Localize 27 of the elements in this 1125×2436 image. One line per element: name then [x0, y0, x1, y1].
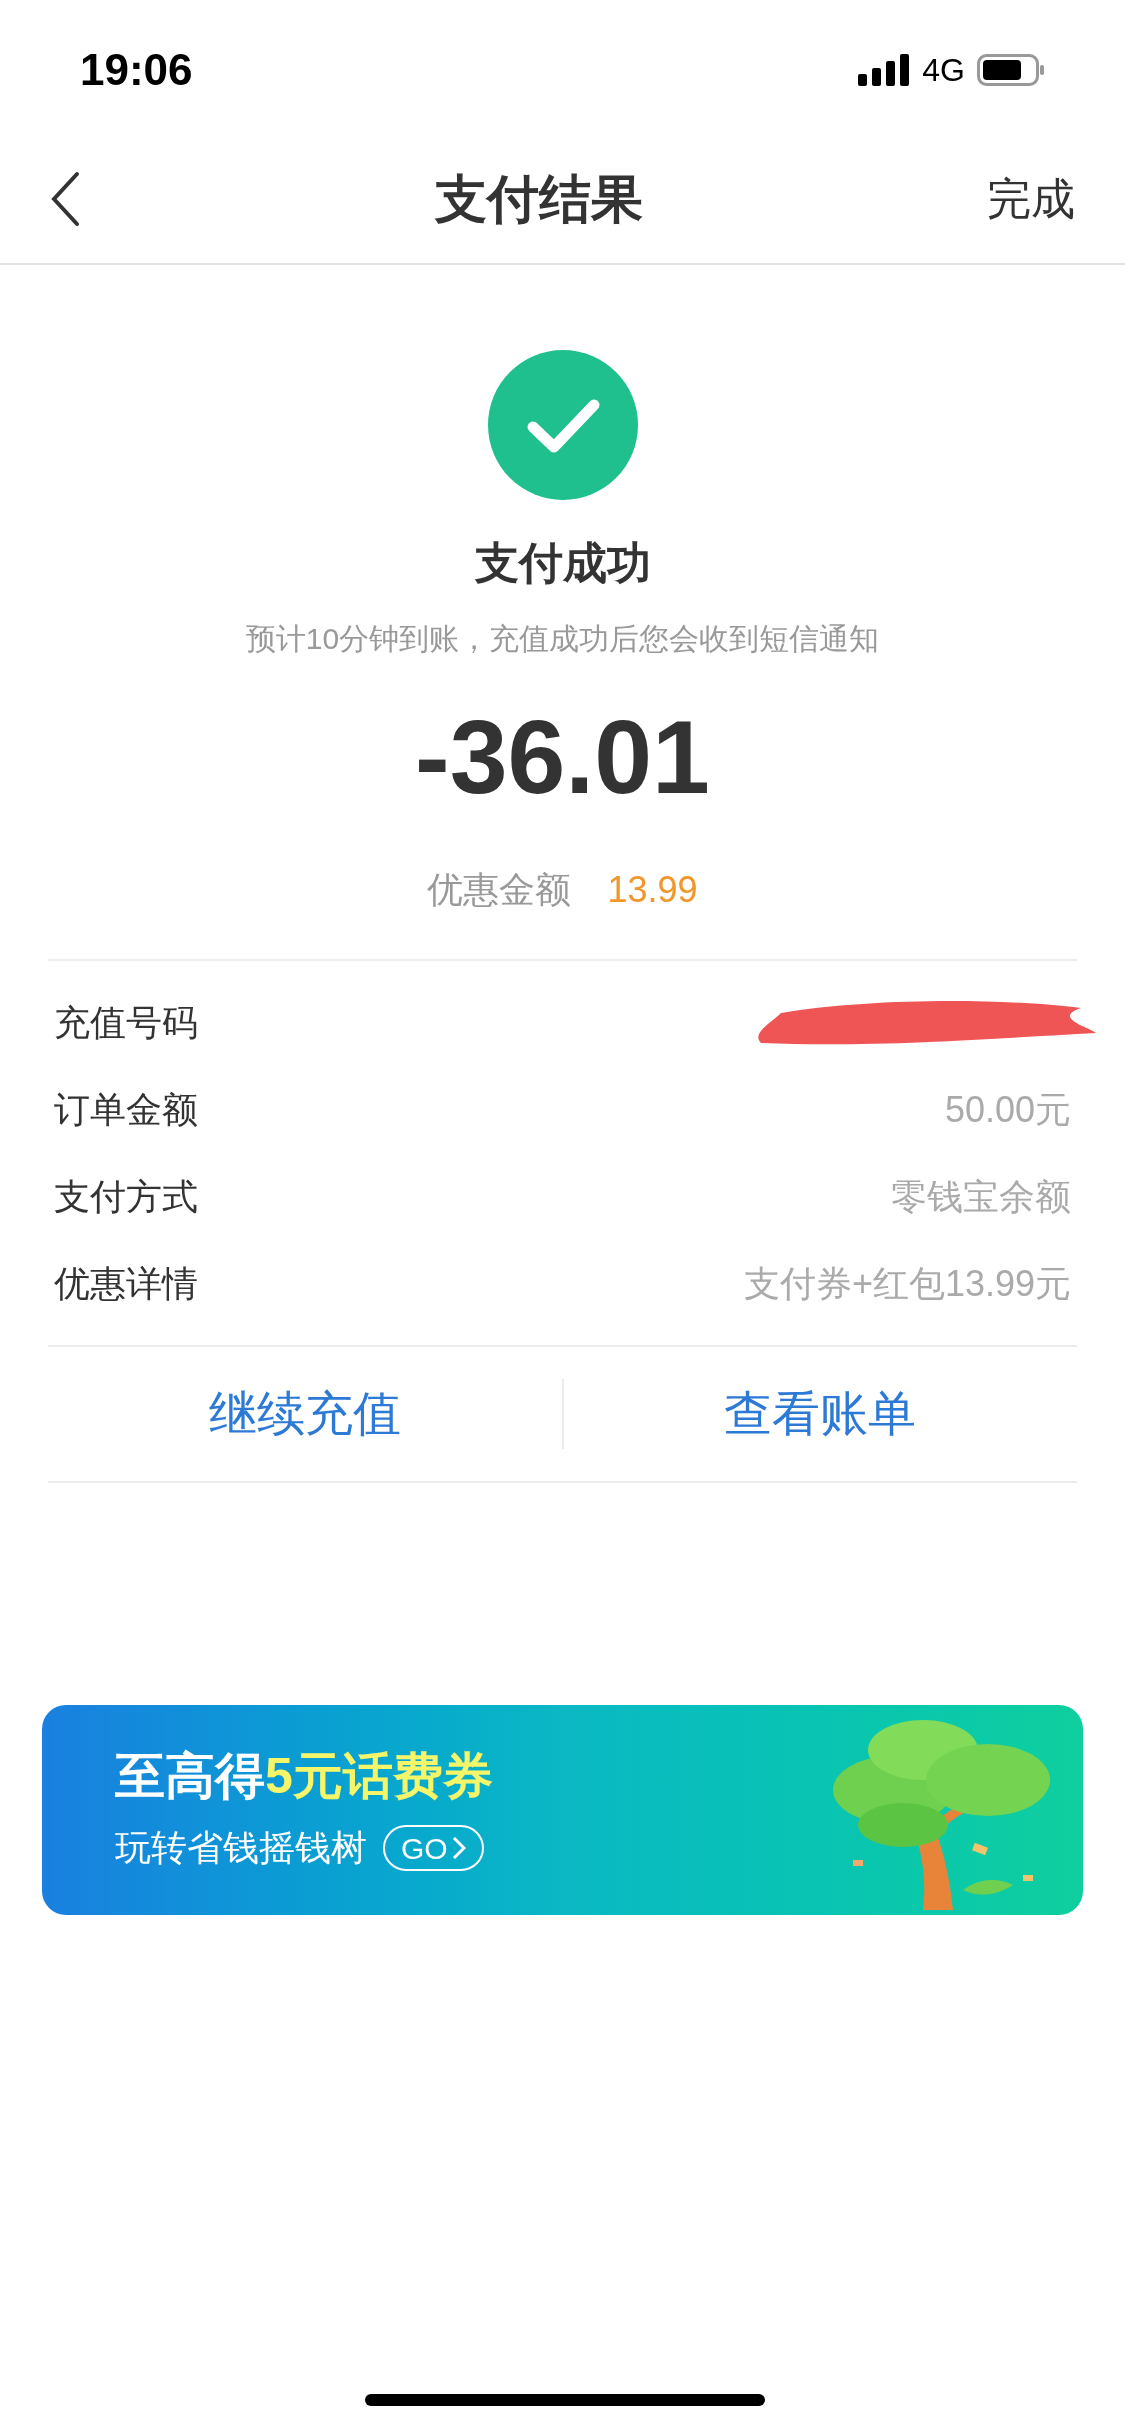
payment-amount: -36.01: [415, 698, 710, 817]
banner-headline: 至高得5元话费券: [115, 1746, 493, 1806]
success-check-icon: [487, 350, 638, 500]
page-title: 支付结果: [434, 169, 643, 230]
detail-label: 订单金额: [54, 1087, 198, 1132]
detail-label: 充值号码: [54, 1000, 198, 1045]
detail-value: 零钱宝余额: [891, 1174, 1071, 1219]
action-link[interactable]: 查看账单: [563, 1378, 1077, 1450]
discount-label: 优惠金额: [427, 868, 572, 912]
promo-banner[interactable]: 至高得5元话费券 玩转省钱摇钱树 GO: [42, 1705, 1083, 1915]
status-time: 19:06: [80, 43, 193, 96]
detail-value: 支付券+红包13.99元: [743, 1261, 1071, 1306]
back-icon: [50, 171, 80, 227]
signal-icon: [858, 53, 911, 86]
detail-label: 支付方式: [54, 1174, 198, 1219]
banner-subline: 玩转省钱摇钱树: [115, 1826, 367, 1871]
result-title: 支付成功: [474, 537, 651, 589]
done-button[interactable]: 完成: [987, 166, 1075, 232]
arrival-note: 预计10分钟到账，充值成功后您会收到短信通知: [245, 621, 880, 657]
detail-value: 50.00元: [944, 1087, 1071, 1132]
discount-value: 13.99: [607, 868, 698, 912]
detail-label: 优惠详情: [54, 1261, 198, 1306]
go-button[interactable]: GO: [383, 1825, 484, 1872]
action-link[interactable]: 继续充值: [48, 1378, 562, 1450]
battery-icon: [977, 53, 1045, 86]
network-type: 4G: [922, 50, 965, 90]
chevron-right-icon: [451, 1836, 466, 1861]
